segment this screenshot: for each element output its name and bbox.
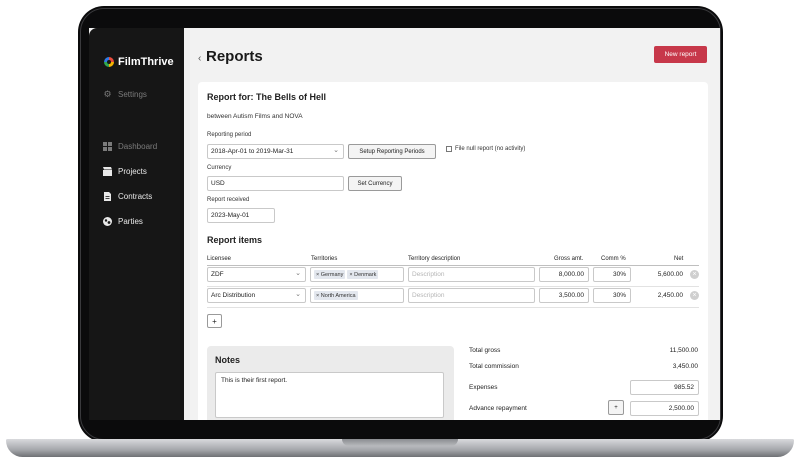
sidebar-item-label: Parties (118, 217, 143, 226)
report-received-label: Report received (207, 197, 250, 203)
description-placeholder: Description (412, 271, 445, 278)
currency-value: USD (211, 180, 225, 187)
sidebar-item-label: Contracts (118, 192, 153, 201)
col-net: Net (674, 256, 684, 262)
sidebar-item-parties[interactable]: Parties (103, 217, 143, 226)
checkbox-label: File null report (no activity) (455, 146, 526, 152)
sidebar-item-label: Dashboard (118, 142, 158, 151)
report-items-heading: Report items (207, 235, 263, 245)
brand-logo-icon (104, 57, 114, 67)
description-placeholder: Description (412, 292, 445, 299)
territory-description-input[interactable]: Description (408, 267, 535, 282)
back-chevron-icon[interactable]: ‹ (198, 53, 201, 64)
row-divider (207, 286, 699, 287)
notes-textarea[interactable]: This is their first report. (215, 372, 444, 418)
expenses-input[interactable]: 985.52 (630, 380, 699, 395)
reporting-period-select[interactable]: 2018-Apr-01 to 2019-Mar-31 (207, 144, 344, 159)
gross-value: 8,000.00 (558, 271, 584, 278)
remove-row-icon[interactable]: × (690, 291, 699, 300)
territory-tag[interactable]: × Denmark (347, 270, 379, 279)
total-commission-label: Total commission (469, 363, 519, 370)
set-currency-button[interactable]: Set Currency (348, 176, 402, 191)
sidebar-item-projects[interactable]: Projects (103, 167, 147, 176)
total-gross-value: 11,500.00 (669, 347, 698, 354)
commission-value: 30% (612, 271, 626, 278)
brand-name: FilmThrive (118, 56, 174, 68)
report-heading: Report for: The Bells of Hell (207, 92, 327, 102)
new-report-button[interactable]: New report (654, 46, 707, 63)
currency-label: Currency (207, 165, 232, 171)
currency-input[interactable]: USD (207, 176, 344, 191)
laptop-notch (342, 439, 458, 446)
territories-multiselect[interactable]: × Germany × Denmark (310, 267, 404, 282)
sidebar-item-contracts[interactable]: Contracts (103, 192, 152, 201)
row-divider (207, 307, 699, 308)
dashboard-icon (103, 142, 112, 151)
report-received-value: 2023-May-01 (211, 212, 250, 219)
remove-row-icon[interactable]: × (690, 270, 699, 279)
advance-repayment-label: Advance repayment (469, 405, 527, 412)
col-gross: Gross amt. (554, 256, 584, 262)
add-item-button[interactable]: + (207, 314, 222, 328)
net-value: 2,450.00 (657, 292, 683, 299)
file-null-report-checkbox[interactable]: File null report (no activity) (446, 146, 525, 152)
notes-panel: Notes This is their first report. (207, 346, 454, 420)
sidebar-item-dashboard[interactable]: Dashboard (103, 142, 157, 151)
advance-add-button[interactable]: + (608, 400, 624, 415)
gross-amount-input[interactable]: 8,000.00 (539, 267, 589, 282)
territory-tag[interactable]: × Germany (314, 270, 346, 279)
gross-value: 3,500.00 (558, 292, 584, 299)
gear-icon: ⚙ (103, 89, 112, 99)
document-icon (103, 192, 112, 201)
sidebar-item-settings[interactable]: ⚙ Settings (103, 89, 147, 99)
licensee-value: Arc Distribution (211, 292, 256, 299)
net-value: 5,600.00 (657, 271, 683, 278)
commission-input[interactable]: 30% (593, 288, 631, 303)
advance-repayment-input[interactable]: 2,500.00 (630, 401, 699, 416)
gross-amount-input[interactable]: 3,500.00 (539, 288, 589, 303)
col-territories: Territories (311, 256, 338, 262)
globe-icon (103, 217, 112, 226)
clapperboard-icon (103, 167, 112, 176)
commission-value: 30% (612, 292, 626, 299)
col-licensee: Licensee (207, 256, 232, 262)
licensee-select[interactable]: ZDF (207, 267, 306, 282)
table-header-divider (207, 265, 699, 266)
total-gross-label: Total gross (469, 347, 501, 354)
brand[interactable]: FilmThrive (104, 56, 174, 68)
notes-title: Notes (215, 355, 241, 365)
sidebar-item-label: Projects (118, 167, 147, 176)
reporting-period-value: 2018-Apr-01 to 2019-Mar-31 (211, 148, 294, 155)
report-card: Report for: The Bells of Hell between Au… (198, 82, 708, 420)
sidebar-item-label: Settings (118, 90, 147, 99)
total-commission-value: 3,450.00 (672, 363, 698, 370)
setup-reporting-periods-button[interactable]: Setup Reporting Periods (348, 144, 436, 159)
territory-description-input[interactable]: Description (408, 288, 535, 303)
territory-tag[interactable]: × North America (314, 291, 358, 300)
reporting-period-label: Reporting period (207, 132, 252, 138)
page-title: Reports (206, 48, 263, 65)
app-screen: FilmThrive ⚙ Settings Dashboard Projects… (89, 28, 720, 420)
col-comm: Comm % (601, 256, 626, 262)
commission-input[interactable]: 30% (593, 267, 631, 282)
sidebar: FilmThrive ⚙ Settings Dashboard Projects… (89, 28, 184, 420)
licensee-value: ZDF (211, 271, 224, 278)
expenses-label: Expenses (469, 384, 498, 391)
territories-multiselect[interactable]: × North America (310, 288, 404, 303)
licensee-select[interactable]: Arc Distribution (207, 288, 306, 303)
report-parties: between Autism Films and NOVA (207, 113, 303, 120)
expenses-value: 985.52 (674, 384, 694, 391)
advance-repayment-value: 2,500.00 (668, 405, 694, 412)
report-received-input[interactable]: 2023-May-01 (207, 208, 275, 223)
col-description: Territory description (408, 256, 461, 262)
checkbox-box[interactable] (446, 146, 452, 152)
